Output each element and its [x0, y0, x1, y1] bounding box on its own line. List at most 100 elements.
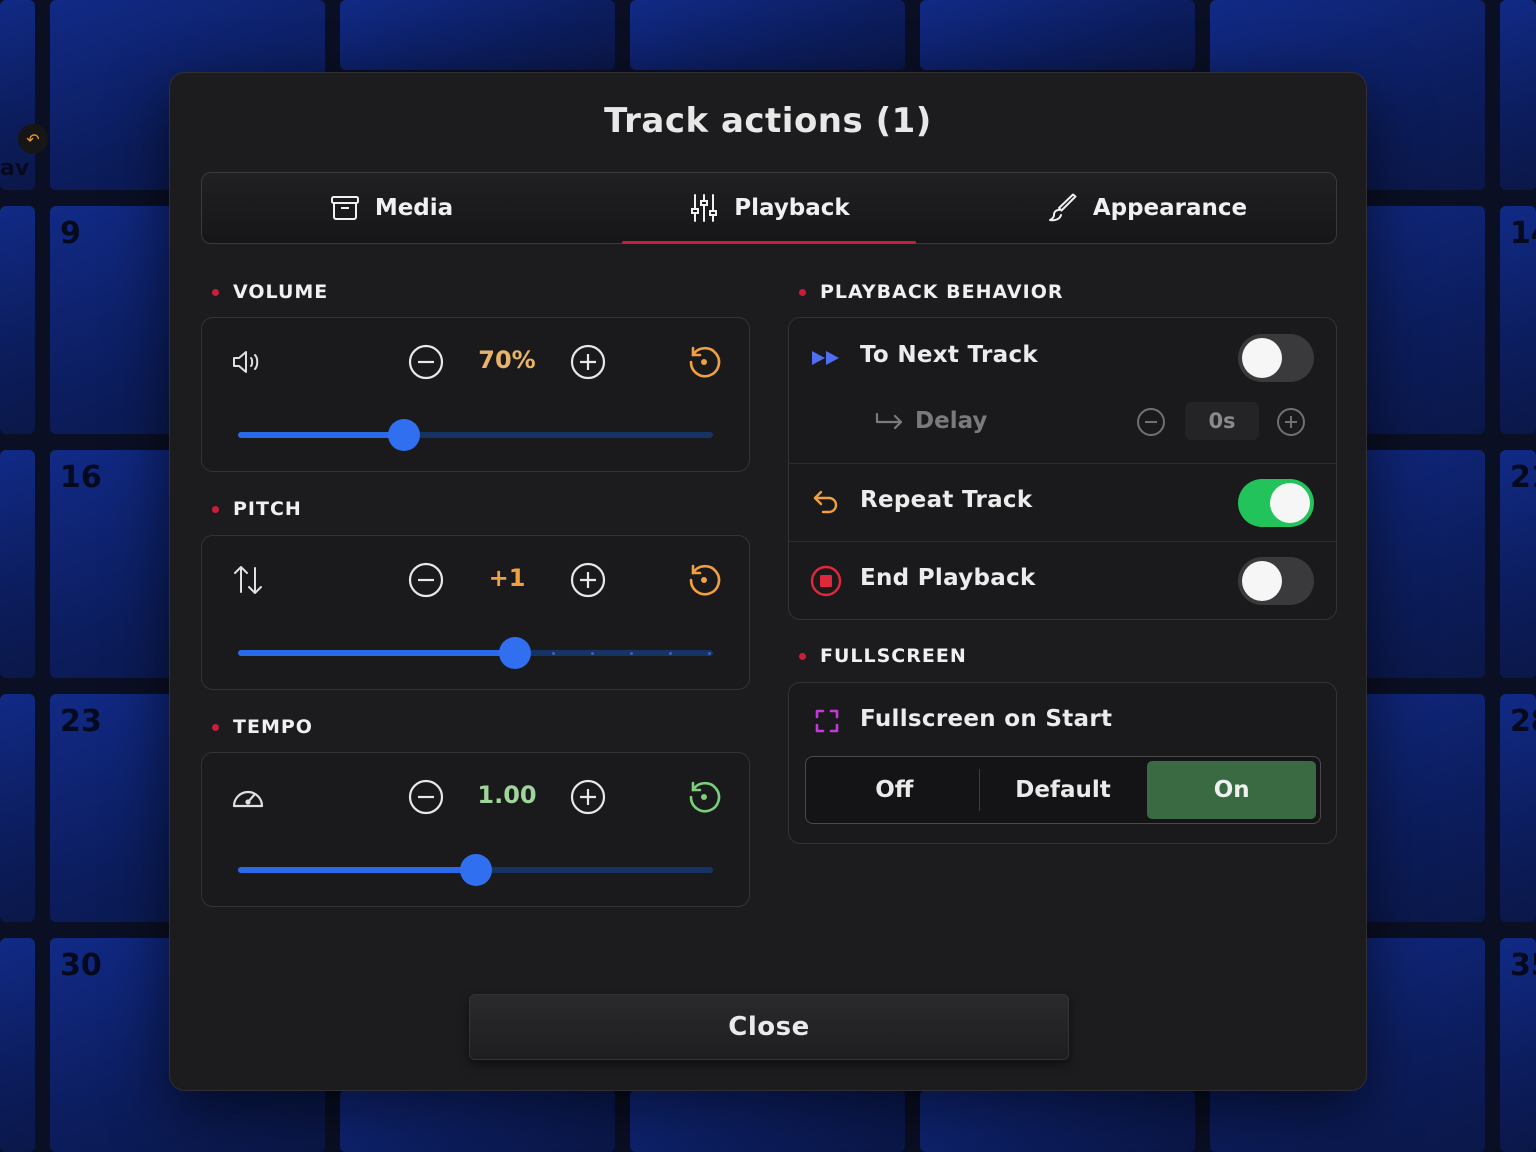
- pad: [0, 450, 35, 678]
- pitch-slider-thumb[interactable]: [499, 637, 531, 669]
- repeat-track-label: Repeat Track: [860, 487, 1033, 513]
- repeat-icon: ↶: [18, 124, 48, 154]
- pitch-reset-icon[interactable]: [685, 561, 723, 599]
- bullet-dot: [799, 288, 806, 296]
- pad: 21: [1500, 450, 1536, 678]
- pitch-section-label: PITCH: [212, 498, 302, 520]
- up-down-arrows-icon: [234, 566, 262, 594]
- pad-number: 9: [60, 216, 81, 251]
- to-next-track-label: To Next Track: [860, 342, 1038, 368]
- delay-value[interactable]: 0s: [1185, 402, 1259, 440]
- tempo-slider-thumb[interactable]: [460, 854, 492, 886]
- pad: 28: [1500, 694, 1536, 922]
- bullet-dot: [212, 288, 219, 296]
- volume-value: 70%: [478, 346, 536, 374]
- pad-number: 23: [60, 704, 102, 739]
- volume-reset-icon[interactable]: [685, 343, 723, 381]
- repeat-track-toggle[interactable]: [1238, 479, 1314, 527]
- delay-row: Delay 0s: [789, 402, 1336, 444]
- paintbrush-icon: [1048, 193, 1077, 222]
- pitch-slider-fill: [238, 650, 515, 656]
- pitch-decrease-button[interactable]: [407, 561, 445, 599]
- slider-tick: [552, 652, 555, 655]
- tempo-section-label: TEMPO: [212, 716, 313, 738]
- pad: [340, 1090, 615, 1152]
- fullscreen-on-start-label: Fullscreen on Start: [860, 706, 1113, 732]
- toggle-knob: [1242, 338, 1282, 378]
- playback-behavior-section-label: PLAYBACK BEHAVIOR: [799, 281, 1063, 303]
- slider-tick: [591, 652, 594, 655]
- pad: [920, 1090, 1195, 1152]
- pad: 14: [1500, 206, 1536, 434]
- fullscreen-card: Fullscreen on Start Off Default On: [788, 682, 1337, 844]
- tab-playback[interactable]: Playback: [580, 173, 958, 244]
- tab-bar: Media Playback Appearance: [201, 172, 1337, 244]
- volume-section-label: VOLUME: [212, 281, 328, 303]
- archive-box-icon: [330, 196, 359, 220]
- pitch-increase-button[interactable]: [569, 561, 607, 599]
- delay-increase-button[interactable]: [1275, 406, 1307, 438]
- tab-label: Media: [374, 195, 454, 221]
- bullet-dot: [212, 505, 219, 513]
- repeat-track-row: Repeat Track: [789, 479, 1336, 527]
- volume-slider-fill: [238, 432, 404, 438]
- pad-number: 35: [1510, 948, 1536, 983]
- end-playback-label: End Playback: [860, 565, 1036, 591]
- pitch-card: +1: [201, 535, 750, 690]
- pad: ↶ av: [0, 0, 48, 190]
- to-next-track-row: To Next Track: [789, 334, 1336, 382]
- stop-circle-icon: [810, 565, 842, 597]
- bullet-dot: [212, 723, 219, 731]
- pad: [340, 0, 615, 70]
- pad-number: 28: [1510, 704, 1536, 739]
- playback-behavior-card: To Next Track Delay 0s Repeat Track End …: [788, 317, 1337, 620]
- fullscreen-icon: [815, 709, 839, 733]
- volume-decrease-button[interactable]: [407, 343, 445, 381]
- tempo-increase-button[interactable]: [569, 778, 607, 816]
- undo-arrow-icon: [813, 490, 838, 514]
- end-playback-row: End Playback: [789, 557, 1336, 605]
- tempo-card: 1.00: [201, 752, 750, 907]
- tempo-slider[interactable]: [238, 854, 713, 886]
- pad-number: 14: [1510, 216, 1536, 251]
- pad: [0, 206, 35, 434]
- tab-appearance[interactable]: Appearance: [958, 173, 1336, 243]
- bullet-dot: [799, 652, 806, 660]
- toggle-knob: [1270, 483, 1310, 523]
- volume-increase-button[interactable]: [569, 343, 607, 381]
- tempo-value: 1.00: [477, 781, 537, 809]
- toggle-knob: [1242, 561, 1282, 601]
- to-next-track-toggle[interactable]: [1238, 334, 1314, 382]
- fullscreen-section-label: FULLSCREEN: [799, 645, 967, 667]
- pad: [0, 694, 35, 922]
- pad: 35: [1500, 938, 1536, 1152]
- delay-decrease-button[interactable]: [1135, 406, 1167, 438]
- end-playback-toggle[interactable]: [1238, 557, 1314, 605]
- pad-number: 21: [1510, 460, 1536, 495]
- track-actions-modal: Track actions (1) Media Playback Appeara…: [169, 72, 1367, 1091]
- fast-forward-icon: [812, 351, 839, 365]
- sliders-icon: [691, 194, 718, 222]
- pitch-slider[interactable]: [238, 637, 713, 669]
- pitch-value: +1: [488, 564, 526, 592]
- modal-title: Track actions (1): [604, 101, 932, 141]
- pad-number: 16: [60, 460, 102, 495]
- fullscreen-option-off[interactable]: Off: [810, 761, 979, 819]
- slider-tick: [708, 652, 711, 655]
- volume-slider[interactable]: [238, 419, 713, 451]
- row-divider: [789, 463, 1336, 464]
- section-title: TEMPO: [233, 716, 313, 738]
- fullscreen-segmented-control: Off Default On: [805, 756, 1321, 824]
- row-divider: [789, 541, 1336, 542]
- tempo-decrease-button[interactable]: [407, 778, 445, 816]
- close-button[interactable]: Close: [469, 994, 1069, 1060]
- tab-media[interactable]: Media: [202, 173, 580, 243]
- slider-tick: [630, 652, 633, 655]
- volume-slider-thumb[interactable]: [388, 419, 420, 451]
- speedometer-icon: [232, 790, 264, 808]
- section-title: FULLSCREEN: [820, 645, 967, 667]
- fullscreen-option-default[interactable]: Default: [978, 761, 1148, 819]
- fullscreen-option-on[interactable]: On: [1147, 761, 1317, 819]
- tempo-reset-icon[interactable]: [685, 778, 723, 816]
- section-title: PLAYBACK BEHAVIOR: [820, 281, 1064, 303]
